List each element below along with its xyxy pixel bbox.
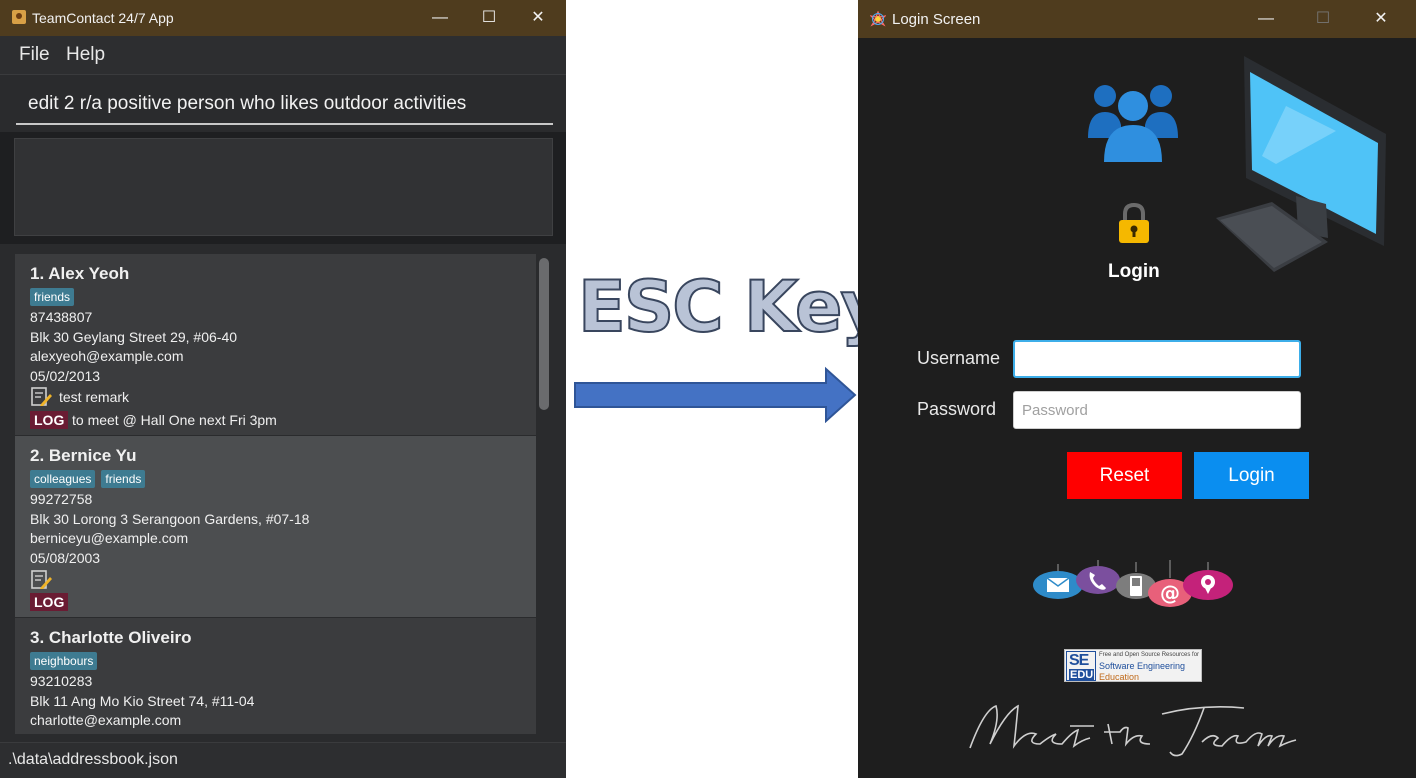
left-window-title: TeamContact 24/7 App (32, 10, 174, 26)
login-button[interactable]: Login (1194, 452, 1309, 499)
person-list[interactable]: 1. Alex Yeoh friends 87438807 Blk 30 Gey… (15, 254, 536, 734)
password-input[interactable] (1013, 391, 1301, 429)
se-logo-line3: Education (1099, 672, 1140, 682)
close-button[interactable]: ✕ (1369, 7, 1393, 31)
remark-icon (31, 570, 52, 589)
right-titlebar[interactable]: Login Screen — ☐ ✕ (858, 0, 1416, 38)
right-arrow-icon (574, 366, 857, 423)
esc-key-label: ESC Key (577, 265, 887, 349)
person-address: Blk 30 Lorong 3 Serangoon Gardens, #07-1… (30, 511, 310, 527)
maximize-button[interactable]: ☐ (477, 6, 501, 30)
teamcontact-window: TeamContact 24/7 App — ☐ ✕ File Help 1. … (0, 0, 566, 778)
contact-methods-icon: @ (1033, 560, 1233, 607)
monitor-icon (1216, 56, 1386, 272)
tag-list: colleagues friends (30, 470, 146, 488)
person-date: 05/08/2003 (30, 550, 101, 566)
team-icon (1088, 85, 1178, 162)
tag-list: friends (30, 288, 75, 306)
password-label: Password (917, 399, 997, 419)
remark-text: test remark (59, 389, 130, 405)
result-display[interactable] (14, 138, 553, 236)
right-window-title: Login Screen (892, 11, 981, 28)
log-text: to meet @ Hall One next Fri 3pm (72, 412, 277, 428)
remark-icon (31, 387, 52, 406)
menu-file[interactable]: File (19, 44, 50, 66)
se-logo-line1: Free and Open Source Resources for (1099, 652, 1200, 658)
log-badge: LOG (30, 411, 69, 429)
menu-bar: File Help (0, 36, 566, 74)
person-card[interactable]: 3. Charlotte Oliveiro neighbours 9321028… (15, 618, 536, 734)
tag-list: neighbours (30, 652, 98, 670)
minimize-button[interactable]: — (428, 6, 452, 30)
command-box (0, 74, 566, 132)
meet-the-team-signature (969, 704, 1297, 757)
person-email: alexyeoh@example.com (30, 348, 184, 364)
person-date: 05/02/2013 (30, 368, 101, 384)
person-card[interactable]: 2. Bernice Yu colleagues friends 9927275… (15, 436, 536, 617)
svg-text:@: @ (1160, 581, 1180, 605)
tag: friends (30, 288, 75, 306)
login-window: Login Screen — ☐ ✕ Login Username Passwo… (858, 0, 1416, 778)
se-edu-badge: SE EDU (1066, 651, 1096, 681)
reset-button[interactable]: Reset (1067, 452, 1182, 499)
close-button[interactable]: ✕ (526, 6, 550, 30)
username-input[interactable] (1013, 340, 1301, 378)
person-address: Blk 11 Ang Mo Kio Street 74, #11-04 (30, 693, 255, 709)
person-phone: 87438807 (30, 309, 93, 325)
menu-help[interactable]: Help (66, 44, 105, 66)
se-logo-line2: Software Engineering (1099, 661, 1186, 671)
person-email: berniceyu@example.com (30, 530, 189, 546)
tag: neighbours (30, 652, 98, 670)
list-scrollbar[interactable] (539, 258, 549, 410)
app-icon (12, 10, 26, 24)
se-logo-edu: EDU (1069, 669, 1095, 681)
person-email: charlotte@example.com (30, 712, 182, 728)
command-input[interactable] (16, 85, 553, 125)
app-logo-icon (870, 11, 886, 27)
log-badge: LOG (30, 593, 69, 611)
login-heading: Login (1108, 261, 1160, 282)
person-card[interactable]: 1. Alex Yeoh friends 87438807 Blk 30 Gey… (15, 254, 536, 435)
left-titlebar[interactable]: TeamContact 24/7 App — ☐ ✕ (0, 0, 566, 36)
person-name: 3. Charlotte Oliveiro (30, 628, 192, 647)
person-name: 2. Bernice Yu (30, 446, 137, 465)
person-phone: 93210283 (30, 673, 93, 689)
padlock-icon (1119, 203, 1149, 243)
maximize-button[interactable]: ☐ (1311, 7, 1335, 31)
se-logo-top: SE (1069, 652, 1089, 669)
se-edu-logo: SE EDU Free and Open Source Resources fo… (1064, 649, 1202, 682)
tag: colleagues (30, 470, 96, 488)
status-bar-path: .\data\addressbook.json (0, 742, 566, 778)
person-phone: 99272758 (30, 491, 93, 507)
username-label: Username (917, 348, 1001, 368)
minimize-button[interactable]: — (1254, 7, 1278, 31)
person-name: 1. Alex Yeoh (30, 264, 130, 283)
person-address: Blk 30 Geylang Street 29, #06-40 (30, 329, 238, 345)
tag: friends (101, 470, 146, 488)
